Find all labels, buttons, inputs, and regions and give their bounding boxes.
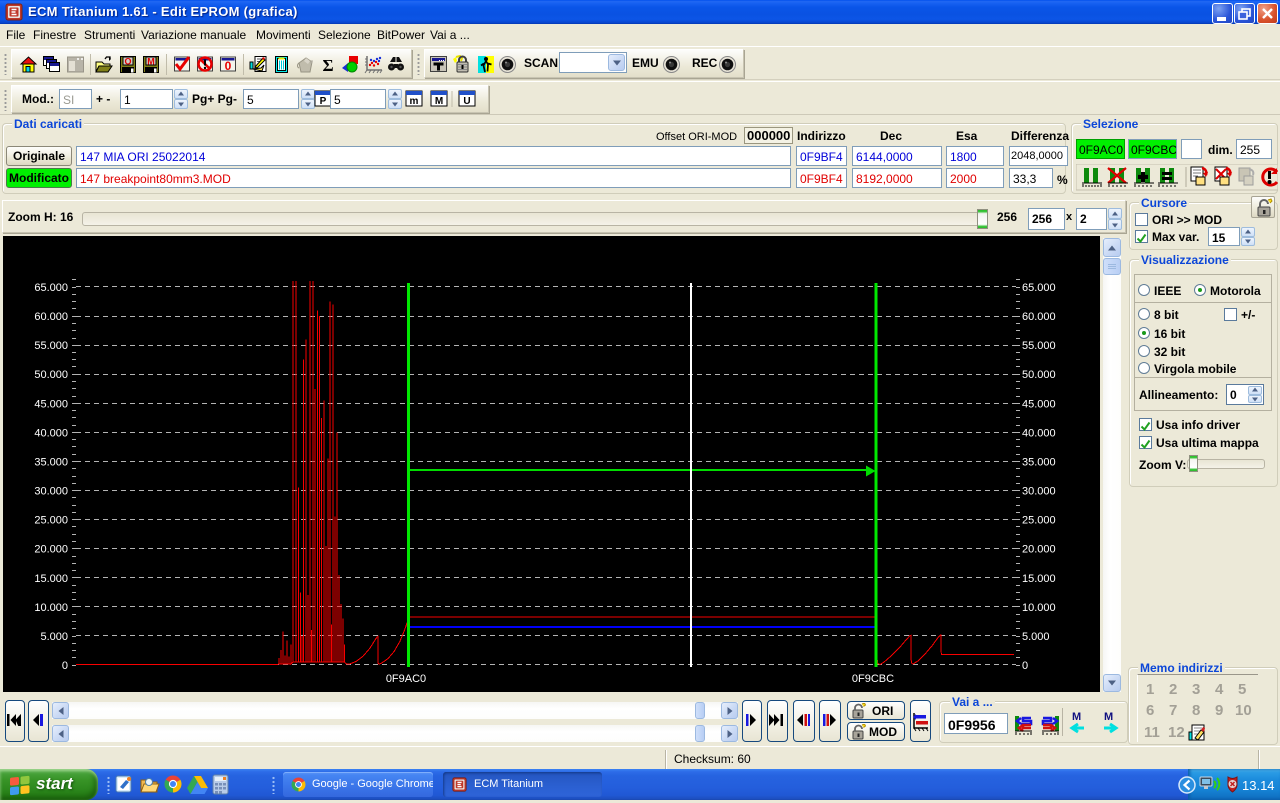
svg-text:10.000: 10.000 <box>1022 602 1056 614</box>
svg-text:U: U <box>463 96 470 107</box>
svg-text:10.000: 10.000 <box>34 602 68 614</box>
svg-text:M: M <box>1072 711 1081 723</box>
svg-text:0: 0 <box>1022 660 1028 672</box>
svg-text:25.000: 25.000 <box>1022 515 1056 527</box>
svg-text:30.000: 30.000 <box>1022 486 1056 498</box>
svg-text:5.000: 5.000 <box>1022 631 1050 643</box>
svg-text:M: M <box>1104 711 1113 723</box>
svg-text:35.000: 35.000 <box>1022 457 1056 469</box>
svg-text:13.14: 13.14 <box>1242 778 1275 793</box>
svg-text:0: 0 <box>225 59 232 73</box>
svg-text:20.000: 20.000 <box>34 544 68 556</box>
svg-text:25.000: 25.000 <box>34 515 68 527</box>
svg-text:5.000: 5.000 <box>40 631 68 643</box>
svg-text:45.000: 45.000 <box>1022 398 1056 410</box>
svg-text:15.000: 15.000 <box>1022 573 1056 585</box>
svg-text:20.000: 20.000 <box>1022 544 1056 556</box>
svg-text:M: M <box>435 96 443 107</box>
svg-text:15.000: 15.000 <box>34 573 68 585</box>
svg-text:60.000: 60.000 <box>34 311 68 323</box>
svg-text:40.000: 40.000 <box>1022 427 1056 439</box>
svg-text:35.000: 35.000 <box>34 457 68 469</box>
svg-text:50.000: 50.000 <box>1022 369 1056 381</box>
svg-text:0F9AC0: 0F9AC0 <box>386 673 426 685</box>
svg-text:O: O <box>124 57 131 67</box>
svg-text:0F9CBC: 0F9CBC <box>852 673 894 685</box>
svg-text:Σ: Σ <box>322 56 333 75</box>
svg-text:m: m <box>410 96 419 107</box>
svg-text:55.000: 55.000 <box>1022 340 1056 352</box>
svg-text:50.000: 50.000 <box>34 369 68 381</box>
svg-text:0: 0 <box>62 660 68 672</box>
svg-text:55.000: 55.000 <box>34 340 68 352</box>
svg-text:45.000: 45.000 <box>34 398 68 410</box>
svg-text:60.000: 60.000 <box>1022 311 1056 323</box>
svg-text:M: M <box>147 57 155 67</box>
svg-text:30.000: 30.000 <box>34 486 68 498</box>
svg-text:65.000: 65.000 <box>1022 282 1056 294</box>
svg-text:P: P <box>320 96 327 107</box>
svg-text:40.000: 40.000 <box>34 427 68 439</box>
svg-text:65.000: 65.000 <box>34 282 68 294</box>
